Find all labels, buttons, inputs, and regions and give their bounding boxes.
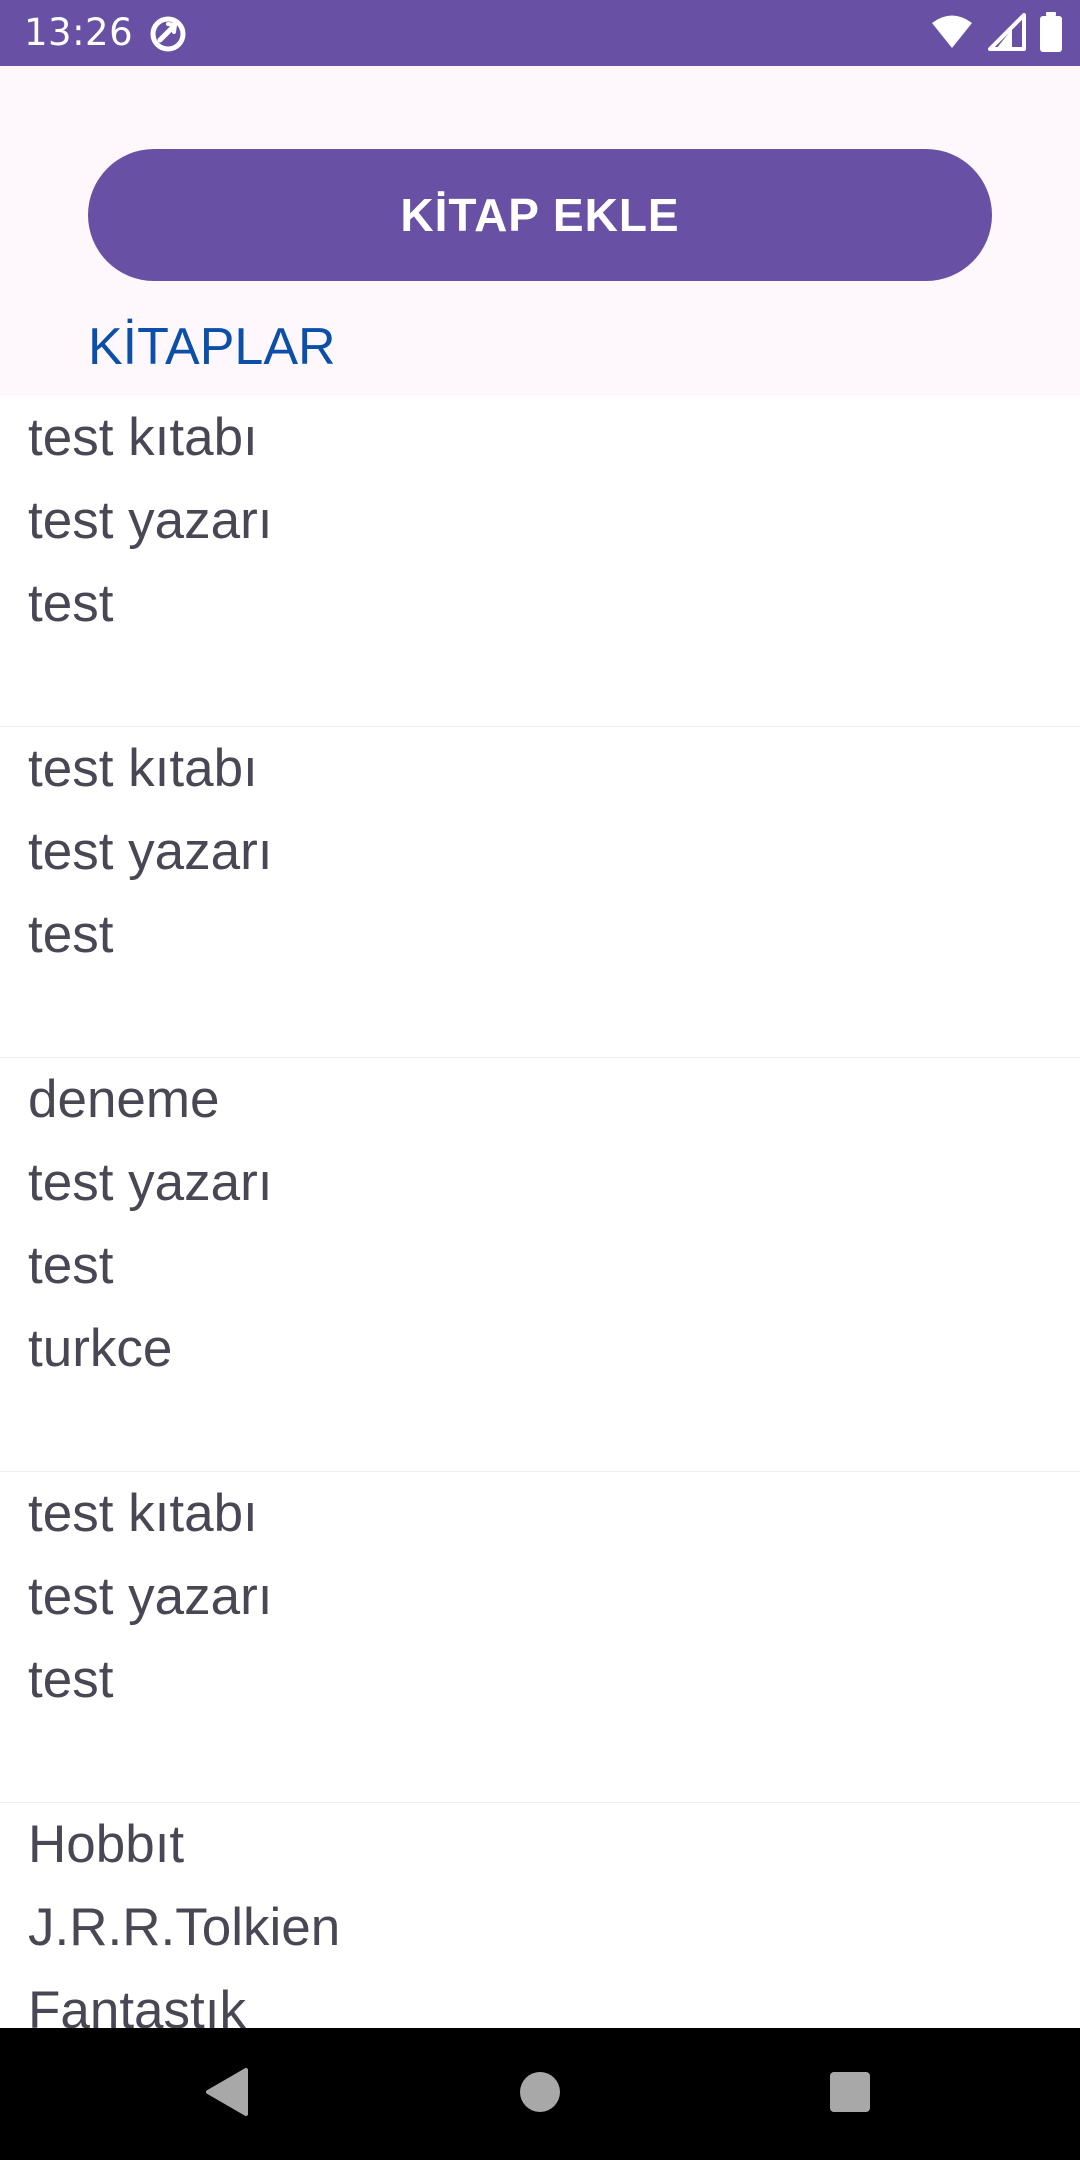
books-section-title: KİTAPLAR: [88, 318, 336, 376]
book-genre: test: [28, 1236, 114, 1295]
book-genre: test: [28, 905, 114, 964]
status-time: 13:26: [24, 11, 134, 54]
sync-app-icon: [148, 14, 188, 54]
screen: 13:26 KİTAP EKLE KİTAPLAR test kıtabı te…: [0, 0, 1080, 2160]
card-spacer: [28, 1721, 1080, 1802]
book-title: deneme: [28, 1070, 220, 1129]
book-genre: test: [28, 1650, 114, 1709]
book-title: Hobbıt: [28, 1815, 185, 1874]
card-spacer: [28, 645, 1080, 726]
book-genre: Fantastık: [28, 1981, 246, 2028]
wifi-icon: [930, 14, 974, 54]
status-bar: 13:26: [0, 0, 1080, 66]
book-card[interactable]: Hobbıt J.R.R.Tolkien Fantastık: [0, 1803, 1080, 2028]
status-icons: [930, 12, 1062, 56]
book-card[interactable]: deneme test yazarı test turkce: [0, 1058, 1080, 1472]
recents-button[interactable]: [770, 2028, 930, 2160]
book-title: test kıtabı: [28, 408, 258, 467]
back-icon: [204, 2067, 248, 2121]
back-button[interactable]: [146, 2028, 306, 2160]
signal-icon: [988, 13, 1026, 55]
book-author: test yazarı: [28, 1567, 273, 1626]
book-author: test yazarı: [28, 491, 273, 550]
card-spacer: [28, 1390, 1080, 1471]
home-icon: [519, 2071, 561, 2117]
battery-icon: [1040, 12, 1062, 56]
header-area: KİTAP EKLE KİTAPLAR: [0, 66, 1080, 396]
book-author: J.R.R.Tolkien: [28, 1898, 341, 1957]
book-author: test yazarı: [28, 822, 273, 881]
home-button[interactable]: [460, 2028, 620, 2160]
book-card[interactable]: test kıtabı test yazarı test: [0, 1472, 1080, 1803]
add-book-button[interactable]: KİTAP EKLE: [88, 149, 992, 281]
book-title: test kıtabı: [28, 739, 258, 798]
book-title: test kıtabı: [28, 1484, 258, 1543]
book-author: test yazarı: [28, 1153, 273, 1212]
navigation-bar: [0, 2028, 1080, 2160]
book-genre: test: [28, 574, 114, 633]
card-spacer: [28, 976, 1080, 1057]
book-list[interactable]: test kıtabı test yazarı test test kıtabı tes…: [0, 396, 1080, 2028]
book-card[interactable]: test kıtabı test yazarı test: [0, 396, 1080, 727]
book-card[interactable]: test kıtabı test yazarı test: [0, 727, 1080, 1058]
book-language: turkce: [28, 1319, 173, 1378]
recents-icon: [829, 2071, 871, 2117]
